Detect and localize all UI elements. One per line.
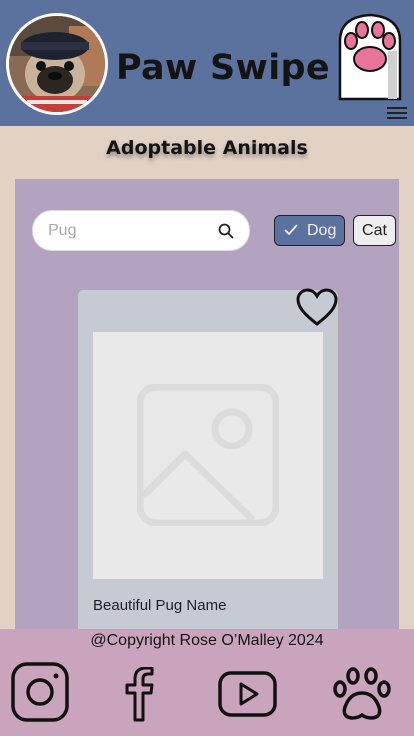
pet-name: Beautiful Pug Name <box>93 597 227 614</box>
paw-card-icon <box>334 11 406 102</box>
copyright-text: @Copyright Rose O’Malley 2024 <box>90 632 324 649</box>
filter-dog-chip[interactable]: Dog <box>274 215 345 246</box>
paw-icon[interactable] <box>332 667 392 721</box>
instagram-icon[interactable] <box>11 662 69 722</box>
pet-card[interactable]: Beautiful Pug Name <box>77 288 339 639</box>
app-title: Paw Swipe <box>116 48 330 88</box>
app-footer: @Copyright Rose O’Malley 2024 <box>0 629 414 736</box>
check-icon <box>284 224 298 236</box>
hamburger-menu-icon[interactable] <box>387 107 407 123</box>
pet-photo <box>93 332 323 579</box>
filter-cat-label: Cat <box>362 222 387 239</box>
pug-avatar <box>6 13 108 115</box>
search-icon[interactable] <box>218 223 234 239</box>
filter-cat-chip[interactable]: Cat <box>353 215 396 246</box>
app-header: Paw Swipe <box>0 0 414 126</box>
image-placeholder-icon <box>137 384 279 526</box>
section-title: Adoptable Animals <box>106 137 308 159</box>
search-box <box>32 210 250 251</box>
facebook-icon[interactable] <box>124 667 154 722</box>
heart-outline-icon[interactable] <box>296 288 338 328</box>
youtube-icon[interactable] <box>218 671 277 717</box>
search-input[interactable] <box>48 220 208 242</box>
animals-panel: Dog Cat Beautiful Pug Name <box>15 179 399 639</box>
filter-dog-label: Dog <box>307 222 337 239</box>
